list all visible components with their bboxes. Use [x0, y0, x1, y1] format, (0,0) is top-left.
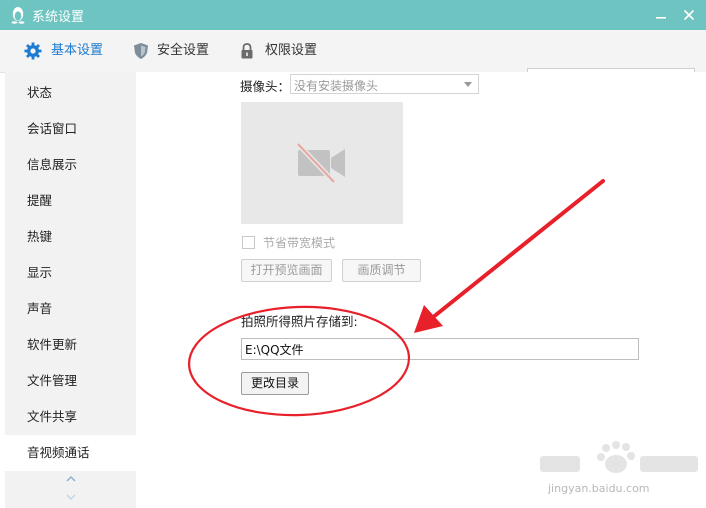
photo-storage-path-input[interactable]	[241, 338, 639, 360]
tab-label: 安全设置	[157, 43, 210, 58]
title-bar: 系统设置	[0, 0, 706, 30]
open-preview-button[interactable]: 打开预览画面	[241, 259, 332, 282]
camera-select-value: 没有安装摄像头	[294, 79, 379, 93]
sidebar-item-file-management[interactable]: 文件管理	[5, 363, 136, 399]
camera-label: 摄像头：	[240, 79, 291, 94]
camera-preview	[241, 102, 403, 224]
tab-security-settings[interactable]: 安全设置	[132, 30, 222, 72]
sidebar-item-chat-window[interactable]: 会话窗口	[5, 111, 136, 147]
qq-penguin-icon	[11, 7, 25, 24]
sidebar-item-sound[interactable]: 声音	[5, 291, 136, 327]
tab-label: 权限设置	[265, 43, 318, 58]
close-icon	[683, 9, 695, 21]
sidebar-item-status[interactable]: 状态	[5, 75, 136, 111]
change-directory-button[interactable]: 更改目录	[241, 372, 309, 395]
settings-tab-bar: 基本设置 安全设置 权限设置	[0, 30, 706, 92]
sidebar-item-info-display[interactable]: 信息展示	[5, 147, 136, 183]
sidebar-item-reminders[interactable]: 提醒	[5, 183, 136, 219]
camera-select[interactable]: 没有安装摄像头	[290, 74, 479, 94]
sidebar-item-av-call[interactable]: 音视频通话	[5, 435, 136, 471]
shield-icon	[134, 43, 148, 59]
sidebar-item-software-update[interactable]: 软件更新	[5, 327, 136, 363]
camera-off-icon	[296, 142, 345, 184]
tab-permission-settings[interactable]: 权限设置	[238, 30, 328, 72]
minimize-icon	[656, 17, 666, 19]
bandwidth-saving-checkbox[interactable]	[242, 236, 255, 249]
settings-sidebar: 状态 会话窗口 信息展示 提醒 热键 显示 声音 软件更新 文件管理 文件共享 …	[5, 72, 136, 508]
close-button[interactable]	[678, 4, 700, 26]
sidebar-item-file-sharing[interactable]: 文件共享	[5, 399, 136, 435]
gear-icon	[24, 42, 42, 60]
settings-window: 系统设置 基本设置 安全设置 权限设置 搜索设置项 状态 会话窗口 信息展示 提…	[0, 0, 706, 508]
scroll-up-icon[interactable]	[65, 474, 77, 484]
minimize-button[interactable]	[650, 4, 672, 26]
sidebar-item-hotkeys[interactable]: 热键	[5, 219, 136, 255]
photo-storage-label: 拍照所得照片存储到:	[241, 314, 358, 329]
window-title: 系统设置	[32, 10, 85, 25]
quality-adjust-button[interactable]: 画质调节	[342, 259, 421, 282]
bandwidth-saving-label: 节省带宽模式	[263, 236, 336, 250]
sidebar-item-display[interactable]: 显示	[5, 255, 136, 291]
scroll-down-icon[interactable]	[65, 492, 77, 502]
tab-basic-settings[interactable]: 基本设置	[24, 30, 114, 72]
tab-label: 基本设置	[51, 43, 104, 58]
lock-icon	[241, 43, 253, 59]
watermark-url: jingyan.baidu.com	[548, 482, 650, 495]
chevron-down-icon	[464, 82, 472, 87]
